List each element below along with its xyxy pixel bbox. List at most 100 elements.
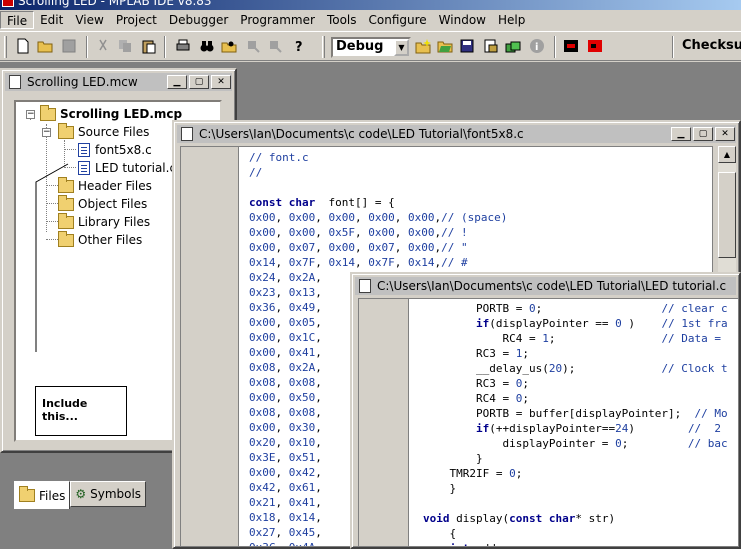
toolbar-separator (86, 36, 88, 58)
maximize-icon[interactable]: ▢ (693, 127, 713, 141)
led-code-line: } (423, 452, 483, 465)
scroll-thumb[interactable] (718, 172, 736, 258)
led-window-titlebar[interactable]: C:\Users\Ian\Documents\c code\LED Tutori… (355, 277, 736, 295)
led-code-line: RC3 = 0; (423, 377, 529, 390)
collapse-source-toggle[interactable]: − (42, 128, 51, 137)
source-file-item[interactable]: LED tutorial.c (78, 160, 176, 176)
document-icon (359, 279, 371, 293)
build-icon[interactable] (482, 37, 500, 55)
led-code-line: int addr; (423, 541, 738, 546)
other-files-node[interactable]: Other Files (58, 230, 143, 248)
build-config-select[interactable]: Debug ▼ (331, 37, 411, 58)
toolbar-grip[interactable] (322, 36, 325, 58)
folder-icon (58, 194, 74, 211)
toolbar-separator (164, 36, 166, 58)
build-all-icon[interactable] (504, 37, 522, 55)
open-folder-icon[interactable] (36, 37, 54, 55)
folder-label: Other Files (78, 233, 143, 247)
copy-icon[interactable] (116, 37, 134, 55)
cut-icon[interactable] (94, 37, 112, 55)
font-code-line: // (249, 166, 263, 179)
header-files-node[interactable]: Header Files (58, 176, 152, 194)
menu-debugger[interactable]: Debugger (163, 11, 234, 29)
tab-symbols[interactable]: ⚙ Symbols (70, 481, 147, 507)
bookmark-prev-icon[interactable] (244, 37, 262, 55)
led-code-line: PORTB = buffer[displayPointer]; // Mo (423, 407, 728, 420)
toolbar-separator (672, 36, 674, 58)
project-node[interactable]: Scrolling LED.mcp (40, 104, 182, 122)
app-title-bar: Scrolling LED - MPLAB IDE v8.83 (0, 0, 741, 10)
help-icon[interactable]: ? (290, 37, 308, 55)
led-code-line: displayPointer = 0; // bac (423, 437, 728, 450)
new-project-icon[interactable] (414, 37, 432, 55)
tab-files[interactable]: Files (14, 481, 71, 509)
save-workspace-icon[interactable] (458, 37, 476, 55)
folder-icon (58, 212, 74, 229)
debugger-select-icon[interactable] (562, 37, 580, 55)
led-code-line: __delay_us(20); // Clock t (423, 362, 728, 375)
menu-tools[interactable]: Tools (321, 11, 363, 29)
source-files-label: Source Files (78, 125, 150, 139)
save-icon[interactable] (60, 37, 78, 55)
menu-window[interactable]: Window (433, 11, 492, 29)
minimize-icon[interactable]: ▁ (167, 75, 187, 89)
maximize-icon[interactable]: ▢ (189, 75, 209, 89)
led-code-text: PORTB = 0; // clear c if(displayPointer … (423, 301, 738, 546)
folder-label: Library Files (78, 215, 151, 229)
font-window-title: C:\Users\Ian\Documents\c code\LED Tutori… (199, 127, 524, 141)
folder-label: Object Files (78, 197, 148, 211)
menu-file[interactable]: File (0, 11, 35, 29)
folder-icon (58, 176, 74, 193)
led-window-title: C:\Users\Ian\Documents\c code\LED Tutori… (377, 279, 727, 293)
menu-help[interactable]: Help (492, 11, 531, 29)
line-gutter (181, 147, 239, 546)
led-code-line: RC4 = 0; (423, 392, 529, 405)
led-code-line: RC3 = 1; (423, 347, 529, 360)
scroll-up-icon[interactable]: ▲ (718, 146, 736, 163)
object-files-node[interactable]: Object Files (58, 194, 148, 212)
menu-project[interactable]: Project (110, 11, 163, 29)
minimize-icon[interactable]: ▁ (671, 127, 691, 141)
menu-programmer[interactable]: Programmer (234, 11, 321, 29)
led-code-editor[interactable]: PORTB = 0; // clear c if(displayPointer … (358, 298, 739, 547)
open-project-icon[interactable] (436, 37, 454, 55)
folder-icon (19, 486, 35, 502)
paste-icon[interactable] (140, 37, 158, 55)
menu-view[interactable]: View (69, 11, 109, 29)
font-code-line: // font.c (249, 151, 309, 164)
editor-window-led: C:\Users\Ian\Documents\c code\LED Tutori… (350, 272, 741, 549)
font-window-titlebar[interactable]: C:\Users\Ian\Documents\c code\LED Tutori… (177, 125, 736, 143)
close-icon[interactable]: ✕ (715, 127, 735, 141)
chevron-down-icon[interactable]: ▼ (394, 39, 409, 56)
close-icon[interactable]: ✕ (211, 75, 231, 89)
checksum-label: Checksu (682, 38, 741, 53)
font-code-line (249, 180, 712, 195)
programmer-select-icon[interactable] (586, 37, 604, 55)
line-gutter (359, 299, 409, 546)
folder-icon (40, 104, 56, 121)
toolbar-grip[interactable] (4, 36, 7, 58)
menu-configure[interactable]: Configure (363, 11, 433, 29)
source-files-node[interactable]: Source Files (58, 122, 150, 140)
menu-bar: File Edit View Project Debugger Programm… (0, 10, 741, 30)
led-code-line: } (423, 482, 457, 495)
info-icon[interactable]: i (528, 37, 546, 55)
source-file-name: font5x8.c (95, 143, 152, 157)
new-file-icon[interactable] (14, 37, 32, 55)
source-file-item[interactable]: font5x8.c (78, 142, 152, 158)
menu-edit[interactable]: Edit (34, 11, 69, 29)
project-window-title: Scrolling LED.mcw (27, 75, 138, 89)
build-config-value: Debug (336, 39, 384, 54)
document-icon (181, 127, 193, 141)
find-binoculars-icon[interactable] (198, 37, 216, 55)
collapse-project-toggle[interactable]: − (26, 110, 35, 119)
font-code-line: 0x14, 0x7F, 0x14, 0x7F, 0x14,// # (249, 256, 468, 269)
find-in-files-icon[interactable] (220, 37, 238, 55)
folder-label: Header Files (78, 179, 152, 193)
print-icon[interactable] (174, 37, 192, 55)
source-file-name: LED tutorial.c (95, 161, 177, 175)
bookmark-next-icon[interactable] (266, 37, 284, 55)
c-file-icon (78, 161, 90, 175)
library-files-node[interactable]: Library Files (58, 212, 151, 230)
led-code-line: RC4 = 1; // Data = (423, 332, 722, 345)
